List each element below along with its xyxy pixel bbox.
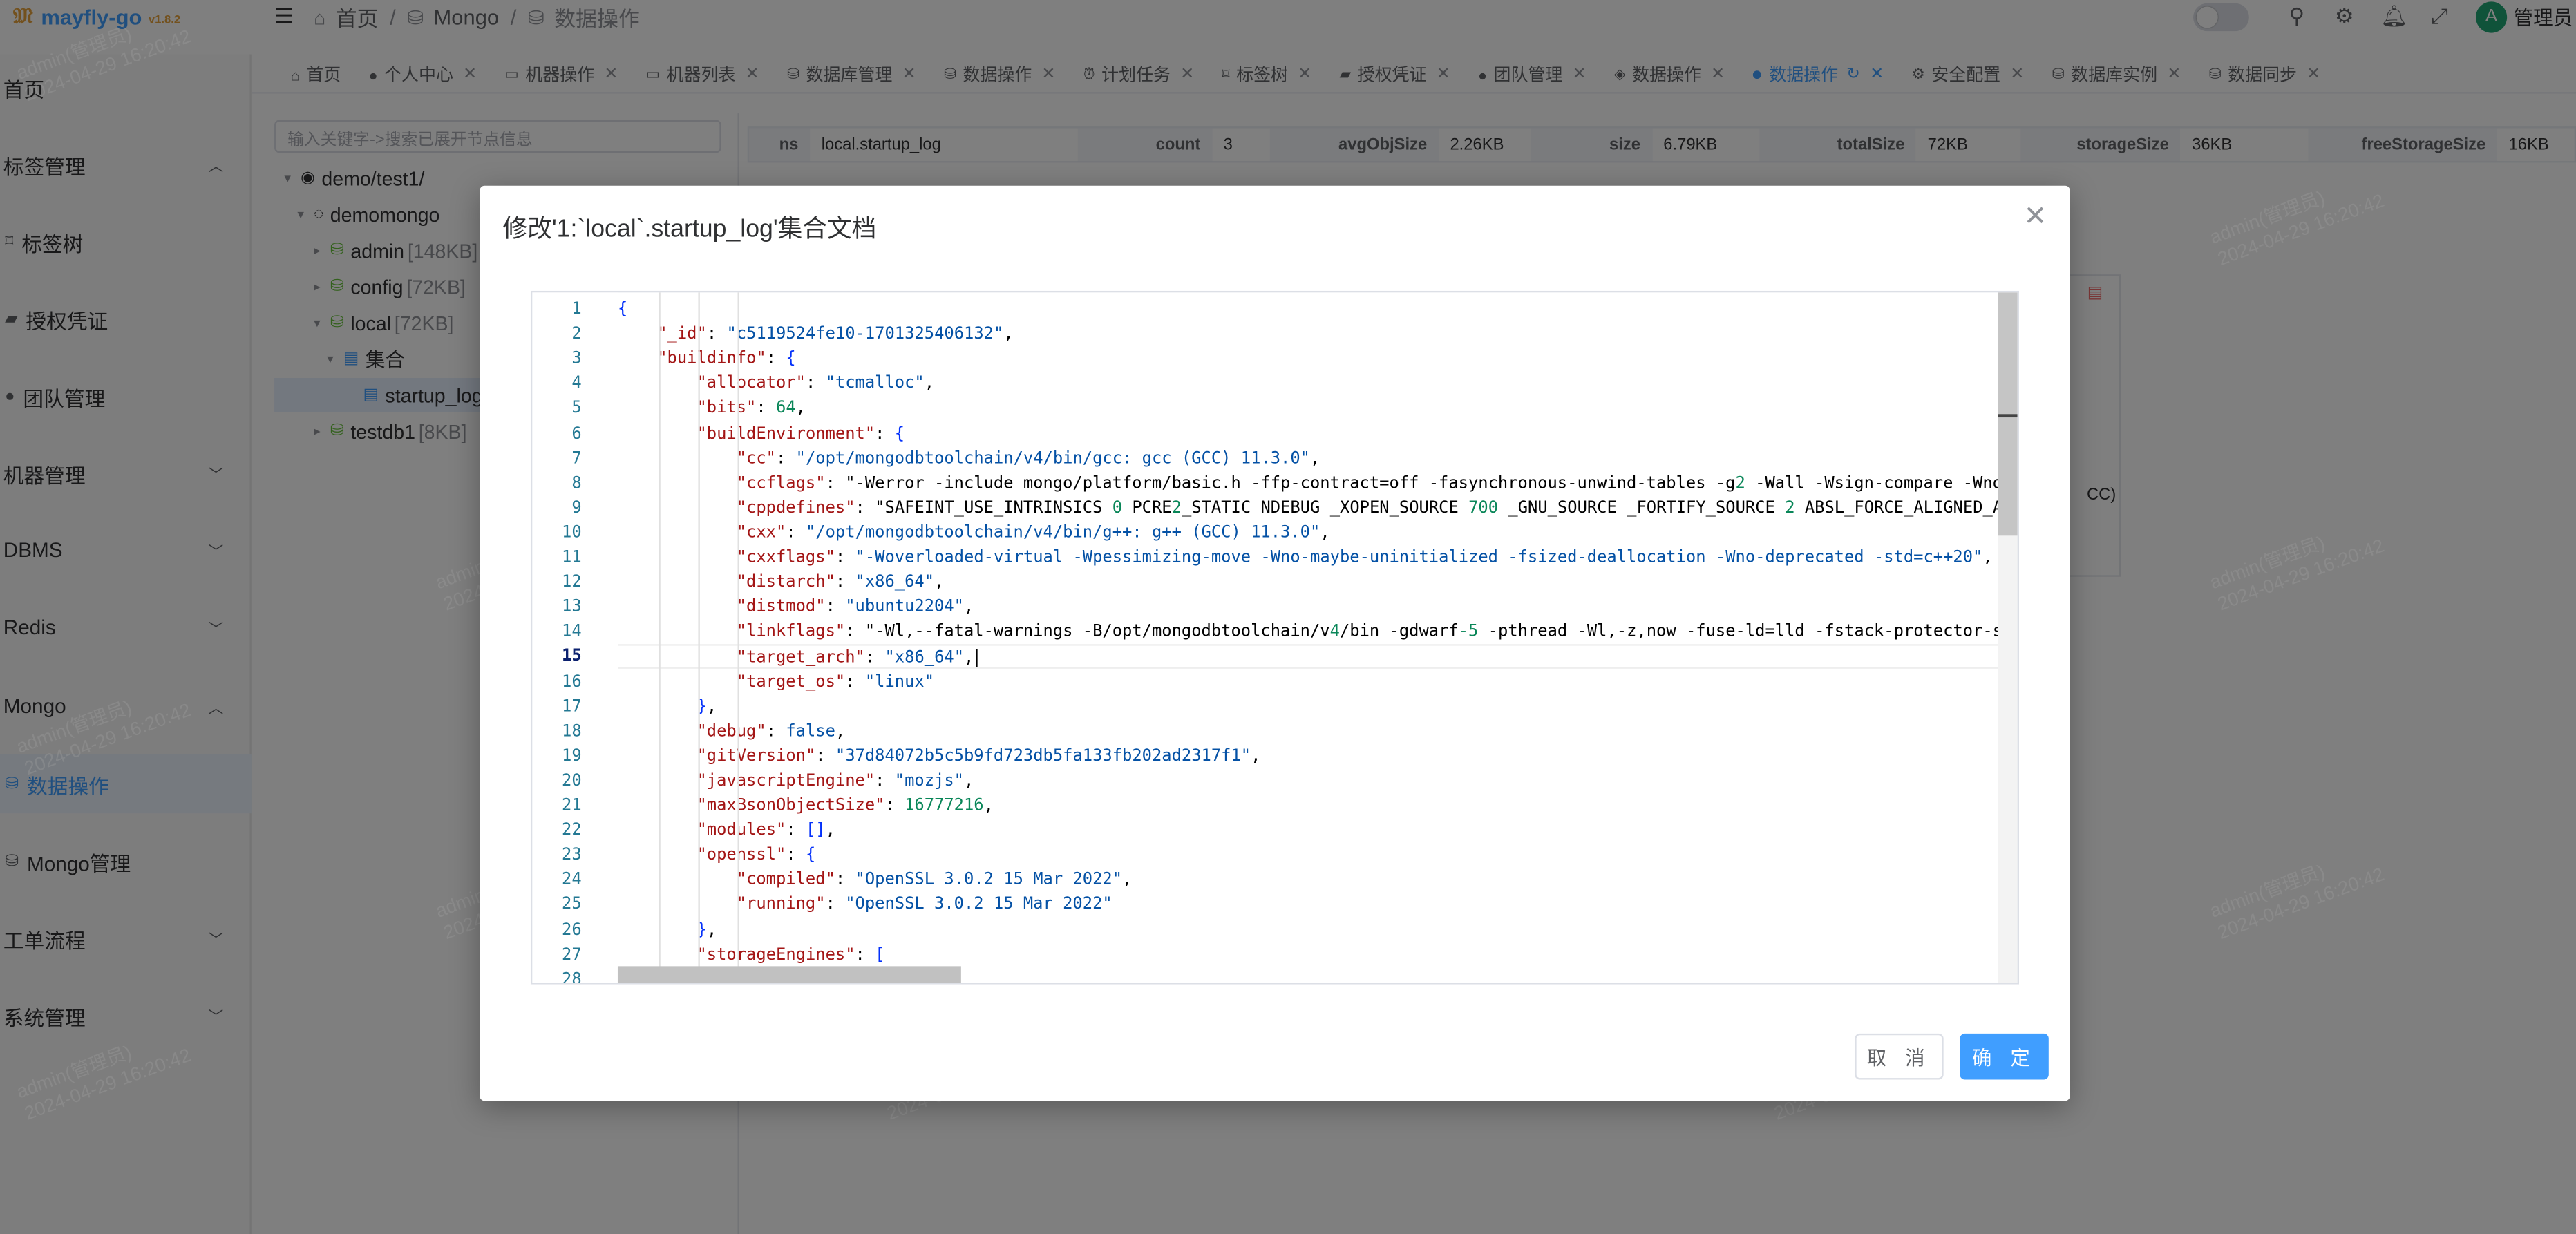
code-area[interactable]: { "_id": "c5119524fe10-1701325406132", "… [617, 292, 2000, 983]
line-number: 5 [571, 399, 582, 418]
code-line[interactable]: "debug": false, [618, 719, 845, 744]
indent-guide [659, 292, 661, 983]
line-number: 11 [562, 549, 582, 567]
code-line[interactable]: "bits": 64, [618, 397, 806, 421]
line-number: 28 [562, 970, 582, 985]
line-number: 14 [562, 623, 582, 642]
code-line[interactable]: "buildinfo": { [618, 347, 795, 372]
app-root: 𝔐 mayfly-go v1.8.2 ☰ ⌂ 首页 / ⛁ Mongo / ⛁ … [0, 0, 2576, 1234]
code-line[interactable]: "openssl": { [618, 843, 815, 868]
horizontal-scrollbar[interactable] [617, 966, 961, 983]
line-number: 17 [562, 697, 582, 716]
code-line[interactable]: "target_arch": "x86_64", [617, 645, 2000, 670]
line-number: 18 [562, 722, 582, 741]
code-line[interactable]: "maxBsonObjectSize": 16777216, [618, 794, 993, 819]
code-line[interactable]: "buildEnvironment": { [618, 421, 905, 446]
code-line[interactable]: "_id": "c5119524fe10-1701325406132", [618, 322, 1013, 347]
line-number: 22 [562, 822, 582, 840]
code-line[interactable]: "cc": "/opt/mongodbtoolchain/v4/bin/gcc:… [618, 446, 1320, 471]
line-number: 15 [562, 647, 582, 667]
line-number: 24 [562, 871, 582, 890]
line-number: 16 [562, 672, 582, 692]
line-number: 7 [571, 449, 582, 468]
line-number: 20 [562, 772, 582, 790]
line-number: 21 [562, 797, 582, 815]
edit-document-dialog: 修改'1:`local`.startup_log'集合文档 ✕ 12345678… [480, 185, 2070, 1101]
code-line[interactable]: "gitVersion": "37d84072b5c5b9fd723db5fa1… [618, 744, 1260, 769]
code-line[interactable]: "distarch": "x86_64", [618, 570, 945, 595]
line-number: 10 [562, 524, 582, 542]
line-number: 23 [562, 846, 582, 865]
code-line[interactable]: "linkflags": "-Wl,--fatal-warnings -B/op… [618, 620, 2000, 645]
line-number: 9 [571, 499, 582, 518]
cursor-position-marker [1998, 414, 2018, 418]
code-line[interactable]: "javascriptEngine": "mozjs", [618, 769, 974, 794]
line-number: 25 [562, 896, 582, 915]
line-number: 13 [562, 598, 582, 617]
cancel-button[interactable]: 取 消 [1855, 1033, 1944, 1080]
line-number: 2 [571, 325, 582, 344]
line-number: 27 [562, 945, 582, 965]
code-line[interactable]: }, [618, 918, 717, 942]
code-line[interactable]: "cxxflags": "-Woverloaded-virtual -Wpess… [618, 546, 1993, 571]
close-icon[interactable]: ✕ [2024, 200, 2047, 234]
code-line[interactable]: "modules": [], [618, 819, 835, 844]
code-line[interactable]: "distmod": "ubuntu2204", [618, 595, 974, 620]
dialog-title: 修改'1:`local`.startup_log'集合文档 [502, 215, 877, 243]
code-line[interactable]: "compiled": "OpenSSL 3.0.2 15 Mar 2022", [618, 868, 1133, 893]
code-line[interactable]: { [618, 297, 627, 322]
line-number: 6 [571, 424, 582, 443]
vertical-scrollbar[interactable] [1998, 292, 2018, 983]
line-number: 3 [571, 350, 582, 369]
indent-guide [698, 292, 700, 983]
code-line[interactable]: "ccflags": "-Werror -include mongo/platf… [618, 471, 2000, 496]
line-number: 26 [562, 920, 582, 940]
line-number: 12 [562, 573, 582, 592]
code-line[interactable]: "storageEngines": [ [618, 942, 884, 967]
line-number: 19 [562, 747, 582, 766]
line-number-gutter: 1 2 3 4 5 6 7 8 9 10 11 12 13 14 15 16 17 18 19 20 21 22 23 24 2… [532, 292, 618, 985]
code-line[interactable]: "cppdefines": "SAFEINT_USE_INTRINSICS 0 … [618, 496, 2000, 521]
code-line[interactable]: "target_os": "linux" [618, 670, 934, 694]
line-number: 4 [571, 374, 582, 394]
json-editor[interactable]: 1 2 3 4 5 6 7 8 9 10 11 12 13 14 15 16 17 18 19 20 21 22 23 24 2… [530, 290, 2020, 985]
confirm-button[interactable]: 确 定 [1960, 1033, 2049, 1080]
line-number: 8 [571, 474, 582, 493]
code-line[interactable]: "cxx": "/opt/mongodbtoolchain/v4/bin/g++… [618, 521, 1330, 546]
code-line[interactable]: "running": "OpenSSL 3.0.2 15 Mar 2022" [618, 893, 1112, 918]
line-number: 1 [571, 301, 582, 319]
code-line[interactable]: }, [618, 694, 717, 719]
indent-guide [737, 292, 739, 983]
code-line[interactable]: "allocator": "tcmalloc", [618, 372, 934, 397]
